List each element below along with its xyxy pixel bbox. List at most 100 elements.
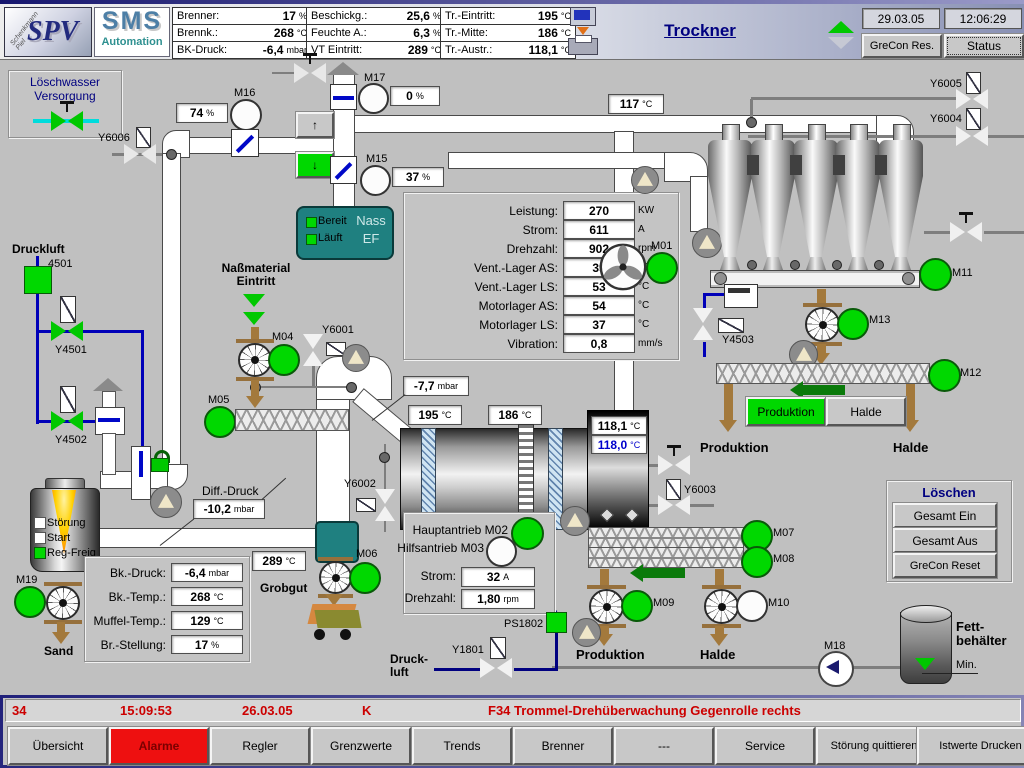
spv-text: SPV	[27, 16, 78, 48]
alarm-class: K	[362, 703, 371, 718]
cyclone-connector	[833, 155, 845, 175]
time-display: 12:06:29	[944, 8, 1022, 29]
m03-motor[interactable]	[486, 536, 517, 567]
field-bkdruck: BK-Druck:-6,4mbar	[172, 41, 312, 59]
temp-117: 117°C	[608, 94, 664, 114]
page-title: Trockner	[620, 21, 780, 41]
drive-strom-label: Strom:	[398, 570, 456, 583]
spv-logo: Schenkmann Piel SPV	[4, 7, 92, 57]
y6003-valve[interactable]	[658, 495, 690, 515]
monitor-icon[interactable]	[570, 7, 596, 26]
nav-service-button[interactable]: Service	[715, 727, 815, 765]
stoerung-label: Störung	[47, 517, 86, 529]
ps1802-switch[interactable]	[546, 612, 567, 633]
m01-fan-icon[interactable]	[599, 243, 647, 291]
m13-motor[interactable]	[837, 308, 869, 340]
cyclone-cone	[794, 176, 838, 258]
m01-motor[interactable]	[646, 252, 678, 284]
m07-label: M07	[773, 527, 794, 539]
y4502-valve[interactable]	[51, 411, 83, 431]
produktion-button[interactable]: Produktion	[746, 397, 826, 426]
y6006-label: Y6006	[98, 132, 130, 144]
m15-damper[interactable]	[330, 156, 357, 184]
loeschwasser-box[interactable]: LöschwasserVersorgung	[8, 70, 122, 138]
up-button[interactable]: ↑	[296, 112, 334, 138]
m04-motor[interactable]	[268, 344, 300, 376]
nassmaterial-label: NaßmaterialEintritt	[210, 262, 302, 288]
field-vt: VT Eintritt:289°C	[306, 41, 446, 59]
y6005-valve[interactable]	[956, 89, 988, 109]
nav-istwerte-drucken-button[interactable]: Istwerte Drucken	[917, 727, 1024, 765]
drum-manual-valve[interactable]	[658, 455, 690, 475]
m18-pump-icon[interactable]	[818, 651, 854, 687]
nav-uebersicht-button[interactable]: Übersicht	[8, 727, 108, 765]
nav-brenner-button[interactable]: Brenner	[513, 727, 613, 765]
valve-4501[interactable]	[24, 266, 52, 294]
m11-motor[interactable]	[919, 258, 952, 291]
junction-dot	[747, 260, 757, 270]
m09-motor[interactable]	[621, 590, 653, 622]
m07-screw-conveyor	[588, 527, 744, 548]
m06-rotary-valve-icon	[319, 561, 352, 594]
m10-motor[interactable]	[736, 590, 768, 622]
gesamt-ein-button[interactable]: Gesamt Ein	[893, 503, 997, 528]
nass-ef-box[interactable]: Bereit Läuft NassEF	[296, 206, 394, 260]
y4501-valve[interactable]	[51, 321, 83, 341]
y4503-valve[interactable]	[693, 308, 713, 340]
m16-value: 74%	[176, 103, 228, 123]
printer-icon[interactable]	[568, 38, 598, 55]
cyclone-manual-valve[interactable]	[950, 222, 982, 242]
grecon-res-button[interactable]: GreCon Res.	[862, 34, 942, 58]
nav-alarme-button[interactable]: Alarme	[109, 727, 209, 765]
produktion2-label: Produktion	[576, 648, 645, 662]
prod-spout	[724, 384, 733, 420]
m12-motor[interactable]	[928, 359, 961, 392]
cyclone-outlet	[763, 257, 783, 270]
cyclone-outlet	[891, 257, 911, 270]
m08-motor[interactable]	[741, 546, 773, 578]
status-button[interactable]: Status	[944, 34, 1024, 58]
nav-spare-button[interactable]: ---	[614, 727, 714, 765]
down-button[interactable]: ↓	[296, 152, 334, 178]
y6004-valve[interactable]	[956, 126, 988, 146]
fan-row-label: Motorlager AS:	[412, 299, 563, 313]
line-y6001-down	[312, 364, 315, 388]
cyclone-connector	[875, 155, 887, 175]
nav-grenzwerte-button[interactable]: Grenzwerte	[311, 727, 411, 765]
start-label: Start	[47, 532, 70, 544]
m10-arrow-head	[710, 634, 728, 646]
y6006-valve[interactable]	[124, 144, 156, 164]
m16-motor[interactable]	[230, 99, 262, 131]
nav-stoerung-quittieren-button[interactable]: Störung quittieren	[816, 727, 932, 765]
m15-label: M15	[366, 153, 387, 165]
sand-arrow-head	[52, 632, 70, 644]
vent-valve[interactable]	[294, 63, 326, 83]
inlet-triangle-icon	[243, 294, 265, 307]
nav-trends-button[interactable]: Trends	[412, 727, 512, 765]
m15-value: 37%	[392, 167, 444, 187]
halde-button[interactable]: Halde	[826, 397, 906, 426]
line-y6005	[751, 97, 959, 100]
field-feuchte: Feuchte A.:6,3%	[306, 24, 446, 42]
m19-motor[interactable]	[14, 586, 46, 618]
m16-damper[interactable]	[231, 129, 259, 157]
m04-arrow-head	[246, 396, 264, 408]
m15-motor[interactable]	[360, 165, 391, 196]
m17-motor[interactable]	[358, 83, 389, 114]
y6002-valve[interactable]	[375, 489, 395, 521]
grecon-reset-button[interactable]: GreCon Reset	[893, 553, 997, 578]
m06-motor[interactable]	[349, 562, 381, 594]
cyclone-outlet	[848, 257, 868, 270]
m09-label: M09	[653, 597, 674, 609]
callout-line	[262, 478, 286, 500]
nav-regler-button[interactable]: Regler	[210, 727, 310, 765]
m17-damper[interactable]	[330, 84, 357, 110]
y6001-valve[interactable]	[303, 334, 323, 366]
alarm-time: 15:09:53	[120, 703, 172, 718]
druckluft2-label: Druck-luft	[390, 653, 428, 679]
m05-motor[interactable]	[204, 406, 236, 438]
y1801-valve[interactable]	[480, 658, 512, 678]
seal-pot	[95, 407, 125, 435]
gesamt-aus-button[interactable]: Gesamt Aus	[893, 528, 997, 553]
alarm-line[interactable]: 34 15:09:53 26.03.05 K F34 Trommel-Drehü…	[5, 699, 1021, 722]
